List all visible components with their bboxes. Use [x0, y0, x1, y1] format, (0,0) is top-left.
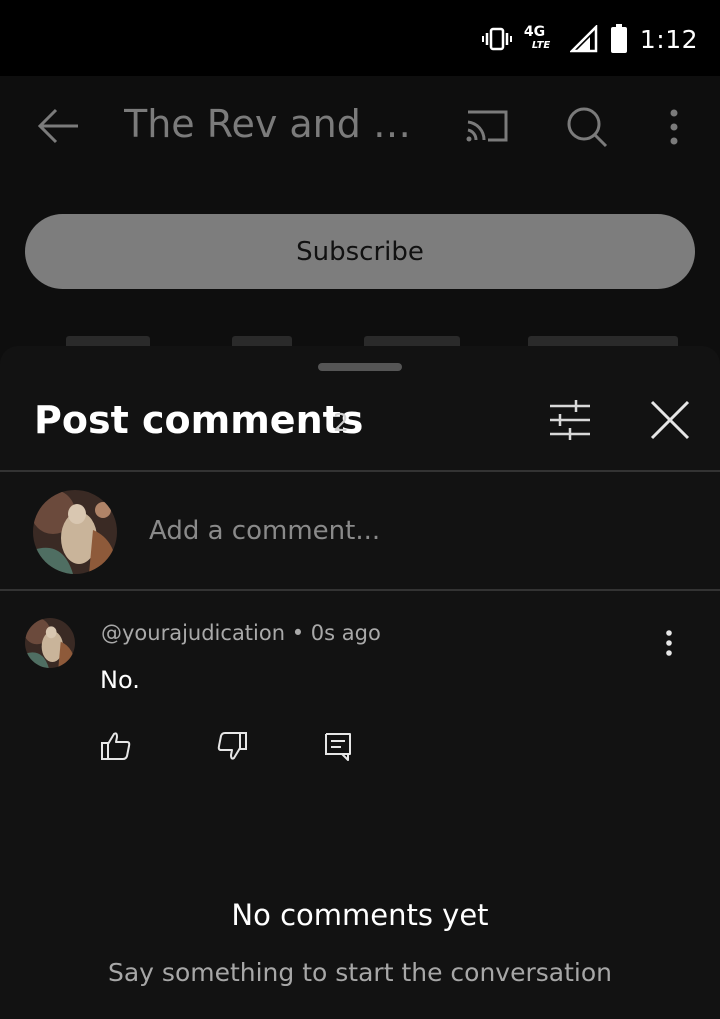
comment-author-avatar[interactable]: [25, 618, 75, 668]
sheet-title: Post comments: [34, 398, 364, 442]
network-type-label: 4G: [523, 24, 546, 40]
subscribe-button[interactable]: Subscribe: [25, 214, 695, 289]
header-divider: [0, 470, 720, 472]
empty-state-title: No comments yet: [231, 898, 489, 932]
user-avatar: [33, 490, 117, 574]
meta-separator: •: [291, 621, 311, 645]
comment-item: @yourajudication • 0s ago No.: [0, 604, 720, 774]
back-arrow-icon[interactable]: [36, 106, 82, 146]
status-icons: 4G LTE 1:12: [481, 22, 698, 56]
empty-state-subtitle: Say something to start the conversation: [107, 958, 612, 987]
comment-count: 2: [333, 408, 349, 437]
app-bar: The Rev and S…: [0, 76, 720, 176]
battery-icon: [610, 24, 628, 54]
cast-icon[interactable]: [462, 106, 512, 146]
comments-sheet: Post comments 2 Add a comment... @youraj…: [0, 346, 720, 1019]
signal-icon: [569, 25, 598, 53]
vibrate-icon: [481, 26, 512, 52]
network-4g-lte-icon: 4G LTE: [524, 24, 558, 54]
network-sub-label: LTE: [531, 40, 551, 51]
reply-icon[interactable]: [322, 730, 354, 762]
like-icon[interactable]: [100, 730, 132, 762]
close-icon[interactable]: [648, 398, 692, 442]
search-icon[interactable]: [564, 104, 610, 150]
comment-text: No.: [100, 666, 140, 694]
dislike-icon[interactable]: [216, 730, 248, 762]
add-comment-input[interactable]: Add a comment...: [149, 516, 380, 546]
comment-author[interactable]: @yourajudication: [101, 621, 285, 645]
channel-title: The Rev and S…: [124, 102, 424, 146]
status-time: 1:12: [639, 24, 698, 54]
composer-divider: [0, 589, 720, 591]
sort-filter-icon[interactable]: [546, 398, 594, 442]
comment-more-icon[interactable]: [656, 628, 682, 658]
more-vert-icon[interactable]: [660, 104, 688, 150]
comment-time: 0s ago: [310, 621, 381, 645]
drag-handle[interactable]: [318, 363, 402, 371]
status-bar: 4G LTE 1:12: [0, 0, 720, 76]
comment-meta: @yourajudication • 0s ago: [101, 621, 381, 645]
